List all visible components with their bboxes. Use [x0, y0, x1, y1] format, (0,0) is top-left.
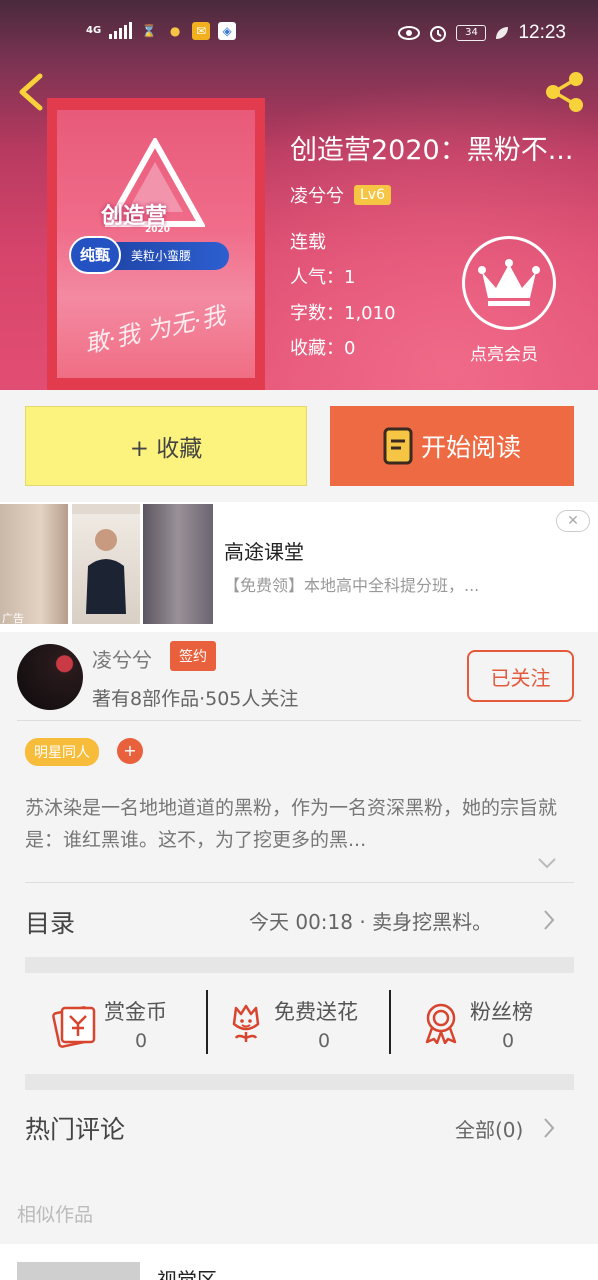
reward-label: 赏金币: [104, 1000, 167, 1024]
book-header: 4G ⌛ ● ✉ ◈ 34 12:23 创造营 2020 美粒小蛮腰 纯甄 敢·…: [0, 0, 598, 390]
network-type: 4G: [86, 25, 102, 36]
divider: [25, 882, 574, 883]
ad-image: [143, 504, 213, 624]
similar-works-label: 相似作品: [17, 1204, 94, 1226]
cover-slogan: 敢·我 为无·我: [82, 301, 228, 359]
crown-icon: [478, 259, 540, 306]
similar-work-item[interactable]: 视觉区: [0, 1244, 598, 1280]
reward-value: 0: [502, 1030, 515, 1052]
bulb-icon: ●: [169, 24, 181, 38]
follow-button[interactable]: 已关注: [467, 650, 574, 702]
person-figure: [72, 504, 140, 614]
battery-icon: 34: [456, 25, 487, 41]
ad-banner[interactable]: 广告 高途课堂 【免费领】本地高中全科提分班，... ✕: [0, 502, 598, 632]
catalog-title[interactable]: 目录: [25, 904, 75, 940]
ad-image: [0, 504, 68, 624]
all-comments-link[interactable]: 全部(0): [455, 1114, 523, 1143]
vip-label[interactable]: 点亮会员: [470, 340, 538, 365]
popularity-stat: 人气：1: [290, 267, 356, 288]
hot-comments-title: 热门评论: [25, 1115, 126, 1144]
start-reading-button[interactable]: 开始阅读: [330, 406, 574, 486]
chevron-right-icon[interactable]: [542, 1117, 556, 1139]
vip-button[interactable]: [462, 236, 556, 330]
back-arrow-icon[interactable]: [16, 72, 46, 112]
favorites-stat: 收藏：0: [290, 338, 356, 359]
ad-image: [72, 504, 140, 624]
author-stats: 著有8部作品·505人关注: [92, 688, 299, 710]
reward-label: 免费送花: [274, 1000, 358, 1024]
signal-icon: [109, 22, 133, 39]
book-cover[interactable]: 创造营 2020 美粒小蛮腰 纯甄 敢·我 为无·我: [47, 98, 265, 390]
app-icon: ◈: [218, 22, 237, 40]
similar-work-cover: [17, 1262, 140, 1280]
section-separator: [25, 1074, 574, 1090]
book-synopsis[interactable]: 苏沐染是一名地地道道的黑粉，作为一名资深黑粉，她的宗旨就是：谁红黑谁。这不，为了…: [25, 792, 577, 856]
chevron-right-icon[interactable]: [542, 909, 556, 931]
add-tag-button[interactable]: +: [117, 738, 143, 764]
ad-close-button[interactable]: ✕: [556, 510, 590, 532]
favorite-button[interactable]: + 收藏: [25, 406, 307, 486]
ad-description: 【免费领】本地高中全科提分班，...: [224, 576, 480, 595]
mail-icon: ✉: [192, 22, 211, 40]
gold-coin-icon: [52, 1006, 96, 1048]
vertical-divider: [206, 990, 208, 1054]
ad-tag: 广告: [2, 612, 24, 625]
chevron-down-icon[interactable]: [537, 856, 557, 870]
share-icon[interactable]: [542, 70, 588, 114]
reward-label: 粉丝榜: [470, 1000, 533, 1024]
medal-icon: [425, 1003, 457, 1044]
book-title: 创造营2020：黑粉不...: [290, 135, 574, 166]
cover-logo-year: 2020: [145, 225, 171, 235]
flower-icon: [232, 1004, 260, 1042]
latest-chapter[interactable]: 今天 00:18 · 卖身挖黑料。: [249, 906, 492, 935]
leaf-icon: [496, 27, 509, 39]
signed-badge: 签约: [170, 641, 216, 671]
reward-value: 0: [135, 1030, 148, 1052]
eye-icon: [398, 26, 421, 40]
author-avatar[interactable]: [17, 644, 83, 710]
cover-sponsor-pill: 纯甄: [69, 236, 121, 274]
status-bar: 4G ⌛ ● ✉ ◈ 34 12:23: [0, 0, 598, 56]
alarm-icon: [430, 26, 447, 42]
author-name[interactable]: 凌兮兮: [92, 644, 152, 673]
book-icon: [383, 427, 413, 465]
reward-value: 0: [318, 1030, 331, 1052]
similar-work-title: 视觉区: [157, 1268, 217, 1280]
start-reading-label: 开始阅读: [420, 433, 521, 462]
section-separator: [25, 957, 574, 973]
clock-time: 12:23: [518, 22, 566, 43]
hourglass-icon: ⌛: [141, 24, 157, 38]
ad-title: 高途课堂: [224, 540, 304, 564]
divider: [17, 720, 581, 721]
word-count-stat: 字数：1,010: [290, 303, 396, 324]
serial-status: 连载: [290, 232, 326, 253]
book-author[interactable]: 凌兮兮: [290, 182, 344, 208]
vertical-divider: [389, 990, 391, 1054]
level-badge: Lv6: [354, 185, 391, 205]
genre-tag[interactable]: 明星同人: [25, 738, 99, 766]
action-bar: + 收藏 开始阅读: [0, 390, 598, 502]
